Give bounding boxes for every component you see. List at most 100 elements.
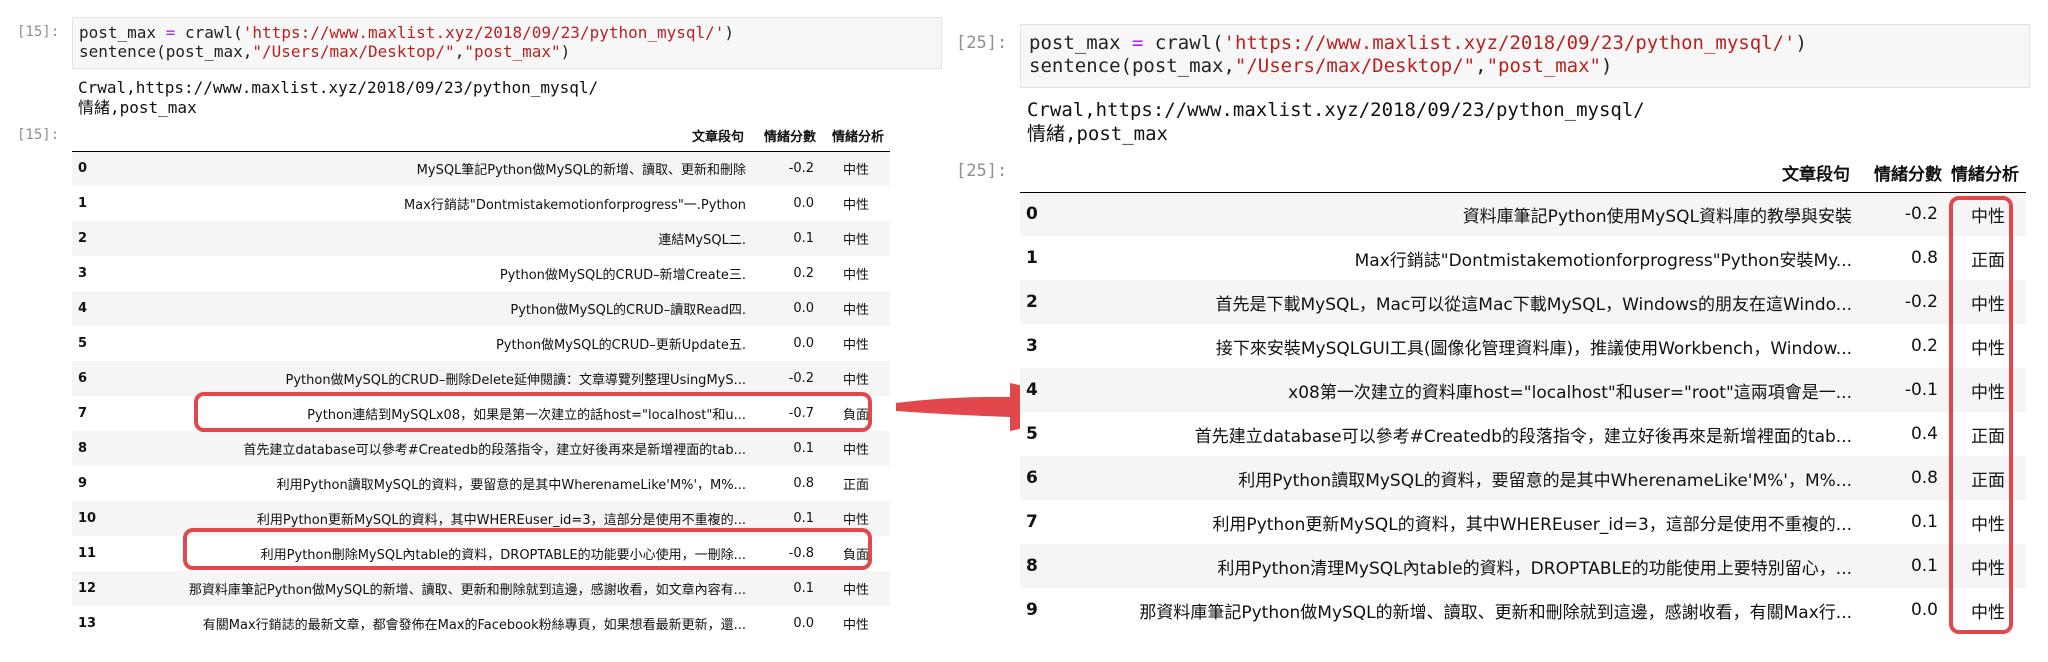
code-close2: ) xyxy=(1600,55,1613,77)
score-cell: 0.1 xyxy=(1910,556,1938,576)
in-prompt-left: [15]: xyxy=(17,24,60,40)
sentence-cell: Python做MySQL的CRUD–更新Update五. xyxy=(495,338,746,353)
code-name: "post_max" xyxy=(464,42,561,61)
code-cell-right[interactable]: post_max = crawl('https://www.maxlist.xy… xyxy=(1020,24,2030,88)
table-row: 1 Max行銷誌"Dontmistakemotionforprogress"一.P… xyxy=(72,186,890,221)
row-index: 3 xyxy=(78,266,88,281)
sentiment-cell: 負面 xyxy=(842,548,869,563)
sentiment-cell: 負面 xyxy=(842,408,869,423)
code-fn: crawl( xyxy=(184,23,243,42)
out-prompt-right: [25]: xyxy=(956,161,1008,181)
sentence-cell: 利用Python更新MySQL的資料，其中WHEREuser_id=3，這部分是… xyxy=(1212,514,1852,535)
table-row: 4 x08第一次建立的資料庫host="localhost"和user="root… xyxy=(1020,368,2026,412)
score-cell: 0.0 xyxy=(793,196,814,211)
table-row: 11 利用Python刪除MySQL內table的資料，DROPTABLE的功能要… xyxy=(72,536,890,571)
sentence-cell: 連結MySQL二. xyxy=(658,233,746,248)
score-cell: 0.0 xyxy=(793,616,814,631)
table-row: 8 利用Python清理MySQL內table的資料，DROPTABLE的功能使用… xyxy=(1020,544,2026,588)
row-index: 13 xyxy=(78,616,97,631)
sentiment-cell: 中性 xyxy=(1971,294,2005,315)
row-index: 1 xyxy=(78,196,88,211)
stdout-line: Crwal,https://www.maxlist.xyz/2018/09/23… xyxy=(1027,99,1645,121)
row-index: 9 xyxy=(78,476,88,491)
code-name: "post_max" xyxy=(1486,55,1601,77)
score-cell: 0.4 xyxy=(1910,424,1938,444)
sentiment-cell: 中性 xyxy=(1971,382,2005,403)
column-header-sentence: 文章段句 xyxy=(1782,165,1850,186)
code-fn: crawl( xyxy=(1154,32,1224,54)
table-row: 7 利用Python更新MySQL的資料，其中WHEREuser_id=3，這部分… xyxy=(1020,500,2026,544)
sentence-cell: 利用Python讀取MySQL的資料，要留意的是其中WherenameLike'… xyxy=(1238,470,1852,491)
table-row: 5 首先建立database可以參考#Createdb的段落指令，建立好後再來是新… xyxy=(1020,412,2026,456)
sentiment-cell: 中性 xyxy=(842,163,869,179)
sentence-cell: 利用Python更新MySQL的資料，其中WHEREuser_id=3，這部分是… xyxy=(256,513,746,528)
code-comma: , xyxy=(454,42,465,61)
row-index: 2 xyxy=(78,231,88,246)
column-header-sentence: 文章段句 xyxy=(691,129,744,145)
sentiment-cell: 中性 xyxy=(842,338,869,353)
sentence-cell: 首先建立database可以參考#Createdb的段落指令，建立好後再來是新增… xyxy=(1194,426,1852,447)
score-cell: 0.2 xyxy=(793,266,814,281)
row-index: 1 xyxy=(1026,248,1038,268)
out-prompt-left: [15]: xyxy=(17,127,60,143)
sentiment-cell: 中性 xyxy=(842,373,869,388)
table-row: 8 首先建立database可以參考#Createdb的段落指令，建立好後再來是新… xyxy=(72,431,890,466)
score-cell: 0.2 xyxy=(1910,336,1938,356)
table-row: 1 Max行銷誌"Dontmistakemotionforprogress"Pyt… xyxy=(1020,236,2026,280)
row-index: 0 xyxy=(78,161,88,177)
column-header-score: 情緒分數 xyxy=(763,129,816,145)
sentiment-cell: 中性 xyxy=(842,583,869,598)
column-header-sentiment: 情緒分析 xyxy=(1951,165,2019,186)
sentence-cell: 資料庫筆記Python使用MySQL資料庫的教學與安裝 xyxy=(1462,206,1852,227)
in-prompt-right: [25]: xyxy=(956,33,1008,53)
sentence-cell: Python做MySQL的CRUD–刪除Delete延伸閱讀：文章導覽列整理Us… xyxy=(285,373,747,388)
sentiment-cell: 正面 xyxy=(1971,470,2005,491)
sentiment-cell: 中性 xyxy=(842,618,869,633)
table-row: 3 接下來安裝MySQLGUI工具(圖像化管理資料庫)，推議使用Workbench… xyxy=(1020,324,2026,368)
code-operator: = xyxy=(1131,32,1144,54)
row-index: 6 xyxy=(78,371,88,386)
score-cell: -0.2 xyxy=(1904,292,1938,312)
score-cell: 0.8 xyxy=(1910,468,1938,488)
code-var: post_max xyxy=(79,23,157,42)
table-row: 10 利用Python更新MySQL的資料，其中WHEREuser_id=3，這部… xyxy=(72,501,890,536)
sentiment-cell: 正面 xyxy=(1971,426,2005,447)
code-fn2: sentence(post_max, xyxy=(79,42,253,61)
sentence-cell: 首先是下載MySQL，Mac可以從這Mac下載MySQL，Windows的朋友在… xyxy=(1215,294,1852,315)
sentence-cell: Max行銷誌"Dontmistakemotionforprogress"一.Py… xyxy=(403,198,746,213)
sentence-cell: 有關Max行銷誌的最新文章，都會發佈在Max的Facebook粉絲專頁，如果想看… xyxy=(202,618,746,633)
sentiment-cell: 中性 xyxy=(842,233,869,248)
sentiment-cell: 中性 xyxy=(1971,206,2005,227)
sentence-cell: Python做MySQL的CRUD–新增Create三. xyxy=(499,268,746,283)
sentence-cell: Max行銷誌"Dontmistakemotionforprogress"Pyth… xyxy=(1354,250,1852,271)
score-cell: 0.1 xyxy=(793,231,814,246)
sentiment-cell: 中性 xyxy=(1971,514,2005,535)
row-index: 8 xyxy=(78,441,88,456)
sentiment-cell: 中性 xyxy=(842,443,869,458)
table-row: 7 Python連結到MySQLx08，如果是第一次建立的話host="local… xyxy=(72,396,890,431)
sentence-cell: 利用Python清理MySQL內table的資料，DROPTABLE的功能使用上… xyxy=(1217,558,1852,579)
dataframe-right: 文章段句 情緒分數 情緒分析 0 資料庫筆記Python使用MySQL資料庫的教學… xyxy=(1020,154,2026,632)
sentence-cell: MySQL筆記Python做MySQL的新增、讀取、更新和刪除 xyxy=(416,163,746,179)
stdout-right: Crwal,https://www.maxlist.xyz/2018/09/23… xyxy=(1027,98,1645,146)
table-row: 4 Python做MySQL的CRUD–讀取Read四. 0.0 中性 xyxy=(72,291,890,326)
table-row: 5 Python做MySQL的CRUD–更新Update五. 0.0 中性 xyxy=(72,326,890,361)
code-url: 'https://www.maxlist.xyz/2018/09/23/pyth… xyxy=(242,23,725,42)
row-index: 12 xyxy=(78,581,97,596)
row-index: 0 xyxy=(1026,204,1038,225)
score-cell: -0.2 xyxy=(788,371,814,386)
sentence-cell: x08第一次建立的資料庫host="localhost"和user="root"… xyxy=(1288,382,1852,403)
code-cell-left[interactable]: post_max = crawl('https://www.maxlist.xy… xyxy=(72,17,942,69)
sentiment-cell: 中性 xyxy=(842,198,869,213)
score-cell: 0.1 xyxy=(793,441,814,456)
sentiment-cell: 正面 xyxy=(1971,250,2005,271)
score-cell: 0.8 xyxy=(793,476,814,491)
code-path: "/Users/max/Desktop/" xyxy=(252,42,455,61)
score-cell: -0.2 xyxy=(788,161,814,177)
row-index: 4 xyxy=(1026,380,1038,400)
row-index: 10 xyxy=(78,511,97,526)
code-operator: = xyxy=(165,23,176,42)
table-row: 13 有關Max行銷誌的最新文章，都會發佈在Max的Facebook粉絲專頁，如果… xyxy=(72,606,890,641)
score-cell: -0.1 xyxy=(1904,380,1938,400)
sentence-cell: Python連結到MySQLx08，如果是第一次建立的話host="localh… xyxy=(307,408,746,423)
